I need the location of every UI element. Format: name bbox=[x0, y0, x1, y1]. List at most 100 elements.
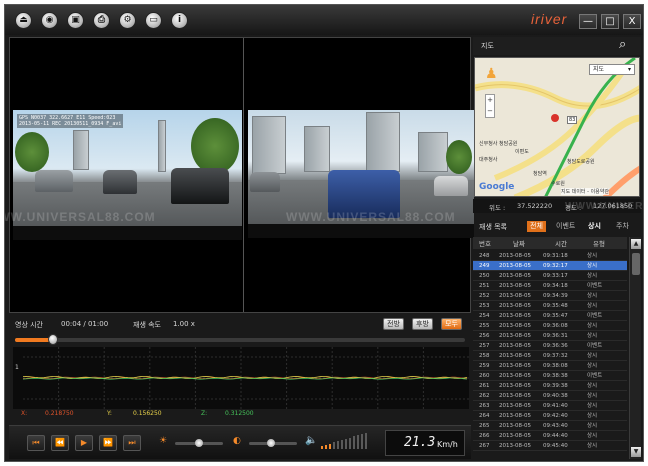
tab-event[interactable]: 이벤트 bbox=[553, 221, 578, 232]
video-divider bbox=[243, 38, 244, 312]
car-marker bbox=[551, 114, 559, 122]
playlist-row[interactable]: 256 2013-08-05 09:36:31 상시 bbox=[473, 331, 627, 341]
car bbox=[171, 168, 229, 204]
row-date: 2013-08-05 bbox=[499, 343, 531, 349]
print-icon[interactable]: ⎙ bbox=[93, 12, 110, 29]
playlist-row[interactable]: 255 2013-08-05 09:36:08 상시 bbox=[473, 321, 627, 331]
car bbox=[434, 176, 468, 196]
eject-icon[interactable]: ⏏ bbox=[15, 12, 32, 29]
row-time: 09:36:31 bbox=[543, 333, 568, 339]
playlist-row[interactable]: 258 2013-08-05 09:37:32 상시 bbox=[473, 351, 627, 361]
tree bbox=[446, 140, 472, 174]
contrast-knob[interactable] bbox=[266, 439, 275, 447]
title-bar: ⏏ ◉ ▣ ⎙ ⚙ ▭ i iriver — □ X bbox=[5, 5, 643, 35]
maximize-button[interactable]: □ bbox=[601, 14, 619, 29]
volume-level-bar bbox=[361, 434, 363, 449]
playlist-row[interactable]: 254 2013-08-05 09:35:47 이벤트 bbox=[473, 311, 627, 321]
row-time: 09:42:40 bbox=[543, 413, 568, 419]
map-type-select[interactable]: 지도 ▾ bbox=[589, 64, 635, 75]
playlist-row[interactable]: 263 2013-08-05 09:41:40 상시 bbox=[473, 401, 627, 411]
row-type: 상시 bbox=[587, 253, 598, 259]
row-number: 259 bbox=[479, 363, 490, 369]
speed-unit: Km/h bbox=[437, 440, 458, 449]
skip-back-button[interactable]: ⏮ bbox=[27, 435, 45, 451]
row-type: 상시 bbox=[587, 263, 598, 269]
playlist-row[interactable]: 249 2013-08-05 09:32:17 상시 bbox=[473, 261, 627, 271]
seek-thumb[interactable] bbox=[48, 334, 59, 345]
playlist-scrollbar[interactable]: ▲ ▼ bbox=[629, 237, 641, 459]
scroll-down-icon[interactable]: ▼ bbox=[631, 447, 641, 457]
row-date: 2013-08-05 bbox=[499, 433, 531, 439]
window-icon[interactable]: ▭ bbox=[145, 12, 162, 29]
car bbox=[103, 170, 137, 194]
front-view-button[interactable]: 전방 bbox=[383, 318, 404, 330]
tab-all[interactable]: 전체 bbox=[527, 221, 546, 232]
playlist-row[interactable]: 266 2013-08-05 09:44:40 상시 bbox=[473, 431, 627, 441]
seek-bar[interactable] bbox=[15, 334, 465, 345]
search-icon[interactable]: ⌕ bbox=[619, 37, 626, 52]
playlist-rows[interactable]: 248 2013-08-05 09:31:18 상시 249 2013-08-05 09:3… bbox=[473, 251, 627, 459]
save-icon[interactable]: ▣ bbox=[67, 12, 84, 29]
route-badge: 83 bbox=[567, 116, 578, 124]
watermark: WWW.UNIVERSAL88.COM bbox=[286, 210, 456, 224]
scroll-thumb[interactable] bbox=[632, 253, 640, 275]
map-view[interactable]: ♟ + − 지도 ▾ 83 신무청사 청담공원 이편도 대주청사 청담도로공원 청담… bbox=[474, 57, 640, 197]
brightness-knob[interactable] bbox=[195, 439, 203, 447]
zoom-control[interactable]: + − bbox=[485, 94, 495, 118]
column-date: 날짜 bbox=[513, 240, 525, 248]
contrast-slider[interactable] bbox=[249, 439, 297, 447]
row-number: 249 bbox=[479, 263, 490, 269]
playlist-row[interactable]: 248 2013-08-05 09:31:18 상시 bbox=[473, 251, 627, 261]
row-date: 2013-08-05 bbox=[499, 393, 531, 399]
row-number: 253 bbox=[479, 303, 490, 309]
row-type: 상시 bbox=[587, 363, 598, 369]
playlist-row[interactable]: 261 2013-08-05 09:39:38 상시 bbox=[473, 381, 627, 391]
playlist-row[interactable]: 252 2013-08-05 09:34:39 상시 bbox=[473, 291, 627, 301]
row-date: 2013-08-05 bbox=[499, 283, 531, 289]
fast-forward-button[interactable]: ⏩ bbox=[99, 435, 117, 451]
playlist-title: 재생 목록 bbox=[479, 223, 507, 231]
row-time: 09:35:48 bbox=[543, 303, 568, 309]
row-date: 2013-08-05 bbox=[499, 273, 531, 279]
scroll-up-icon[interactable]: ▲ bbox=[631, 239, 641, 249]
tab-continuous[interactable]: 상시 bbox=[585, 221, 604, 232]
volume-icon[interactable]: 🔈 bbox=[305, 435, 317, 446]
brightness-slider[interactable] bbox=[175, 439, 223, 447]
playlist-row[interactable]: 250 2013-08-05 09:33:17 상시 bbox=[473, 271, 627, 281]
playlist-row[interactable]: 260 2013-08-05 09:38:38 이벤트 bbox=[473, 371, 627, 381]
close-button[interactable]: X bbox=[623, 14, 641, 29]
rear-view-button[interactable]: 후방 bbox=[412, 318, 433, 330]
minimize-button[interactable]: — bbox=[579, 14, 597, 29]
playlist-row[interactable]: 262 2013-08-05 09:40:38 상시 bbox=[473, 391, 627, 401]
watermark: WWW.UNIVERSAL88.C bbox=[565, 201, 644, 212]
row-time: 09:40:38 bbox=[543, 393, 568, 399]
accelerometer-graph: 1 bbox=[13, 347, 469, 409]
tab-parking[interactable]: 주차 bbox=[613, 221, 632, 232]
playlist-header: 번호 날짜 시간 유형 bbox=[473, 237, 627, 249]
map-type-label: 지도 bbox=[593, 66, 605, 73]
playlist-row[interactable]: 264 2013-08-05 09:42:40 상시 bbox=[473, 411, 627, 421]
playlist-row[interactable]: 265 2013-08-05 09:43:40 상시 bbox=[473, 421, 627, 431]
street-view-icon[interactable]: ♟ bbox=[485, 66, 498, 82]
playlist-row[interactable]: 267 2013-08-05 09:45:40 상시 bbox=[473, 441, 627, 451]
google-logo: Google bbox=[479, 182, 515, 192]
playlist-row[interactable]: 259 2013-08-05 09:38:08 상시 bbox=[473, 361, 627, 371]
row-date: 2013-08-05 bbox=[499, 423, 531, 429]
y-value: 0.156250 bbox=[133, 410, 162, 417]
map-label: 청담역 bbox=[533, 171, 547, 177]
car bbox=[35, 170, 73, 192]
play-button[interactable]: ▶ bbox=[75, 435, 93, 451]
playlist-row[interactable]: 257 2013-08-05 09:36:36 이벤트 bbox=[473, 341, 627, 351]
playlist-row[interactable]: 251 2013-08-05 09:34:18 이벤트 bbox=[473, 281, 627, 291]
settings-icon[interactable]: ⚙ bbox=[119, 12, 136, 29]
map-copyright[interactable]: 지도 데이터 - 이용약관 bbox=[561, 188, 609, 195]
info-icon[interactable]: i bbox=[171, 12, 188, 29]
skip-forward-button[interactable]: ⏭ bbox=[123, 435, 141, 451]
rewind-button[interactable]: ⏪ bbox=[51, 435, 69, 451]
camera-icon[interactable]: ◉ bbox=[41, 12, 58, 29]
row-type: 이벤트 bbox=[587, 313, 603, 319]
map-header: 지도 ⌕ bbox=[473, 37, 641, 55]
video-area[interactable]: GPS N0037 322.6627 E11 Speed:023 2013-05… bbox=[5, 37, 474, 313]
playlist-row[interactable]: 253 2013-08-05 09:35:48 상시 bbox=[473, 301, 627, 311]
all-view-button[interactable]: 모두 bbox=[441, 318, 462, 330]
